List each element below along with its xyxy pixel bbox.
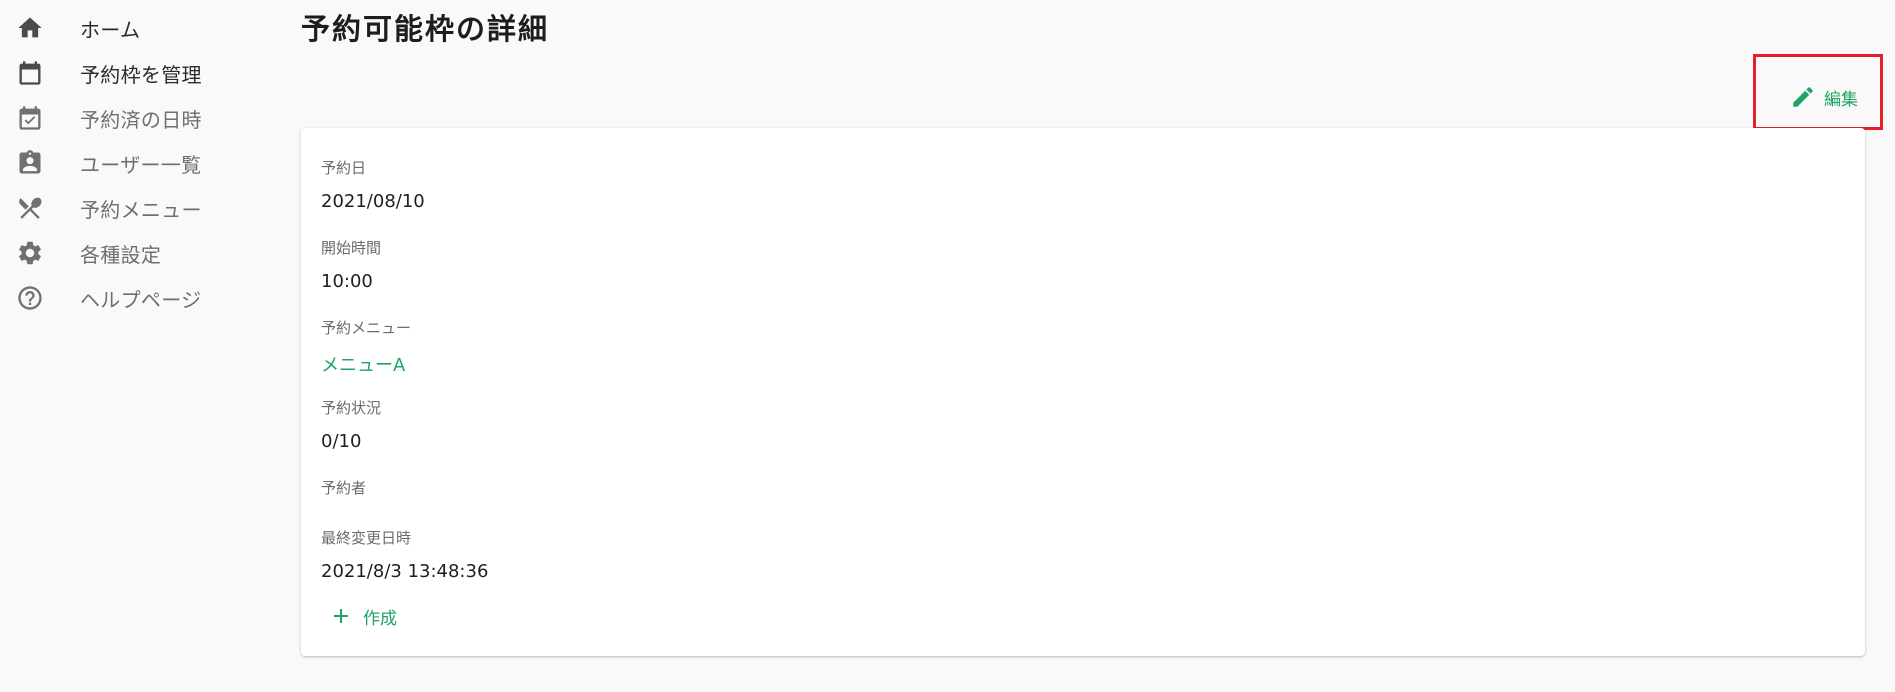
status-value: 0/10: [321, 431, 362, 452]
clipboard-user-icon: [16, 149, 44, 177]
sidebar-item-label: ホーム: [80, 17, 141, 42]
gear-icon: [16, 239, 44, 267]
sidebar-item-booked-dates[interactable]: 予約済の日時: [16, 100, 202, 136]
sidebar-item-manage-slots[interactable]: 予約枠を管理: [16, 55, 202, 91]
sidebar: ホーム 予約枠を管理 予約済の日時 ユーザー一覧 予約メニュー 各種設定 ヘルプ…: [0, 0, 290, 692]
plus-icon: [334, 609, 348, 623]
home-icon: [16, 14, 44, 42]
edit-button-label: 編集: [1824, 89, 1858, 110]
sidebar-item-label: 予約メニュー: [80, 197, 202, 222]
sidebar-item-settings[interactable]: 各種設定: [16, 235, 161, 271]
page-title: 予約可能枠の詳細: [301, 12, 550, 46]
updated-value: 2021/8/3 13:48:36: [321, 561, 489, 582]
updated-label: 最終変更日時: [321, 529, 412, 547]
menu-label: 予約メニュー: [321, 319, 412, 337]
sidebar-item-label: 予約枠を管理: [80, 62, 202, 87]
create-button-label: 作成: [363, 608, 397, 629]
sidebar-item-label: 予約済の日時: [80, 107, 202, 132]
sidebar-item-home[interactable]: ホーム: [16, 10, 140, 46]
create-button[interactable]: 作成: [329, 603, 397, 629]
start-time-label: 開始時間: [321, 239, 382, 257]
edit-button[interactable]: 編集: [1790, 84, 1858, 110]
utensils-icon: [16, 194, 44, 222]
start-time-value: 10:00: [321, 271, 373, 292]
sidebar-item-help[interactable]: ヘルプページ: [16, 280, 201, 316]
help-circle-icon: [16, 284, 44, 312]
status-label: 予約状況: [321, 399, 382, 417]
sidebar-item-label: 各種設定: [80, 242, 162, 267]
sidebar-item-menu[interactable]: 予約メニュー: [16, 190, 202, 226]
menu-link[interactable]: メニューA: [321, 351, 405, 377]
sidebar-item-label: ヘルプページ: [80, 287, 202, 312]
pencil-icon: [1793, 87, 1813, 107]
date-label: 予約日: [321, 159, 367, 177]
date-value: 2021/08/10: [321, 191, 425, 212]
calendar-check-icon: [16, 104, 44, 132]
sidebar-item-label: ユーザー一覧: [80, 152, 202, 177]
details-card: 予約日 2021/08/10 開始時間 10:00 予約メニュー メニューA 予…: [301, 128, 1865, 656]
sidebar-item-users[interactable]: ユーザー一覧: [16, 145, 201, 181]
reserver-label: 予約者: [321, 479, 367, 497]
calendar-icon: [16, 59, 44, 87]
